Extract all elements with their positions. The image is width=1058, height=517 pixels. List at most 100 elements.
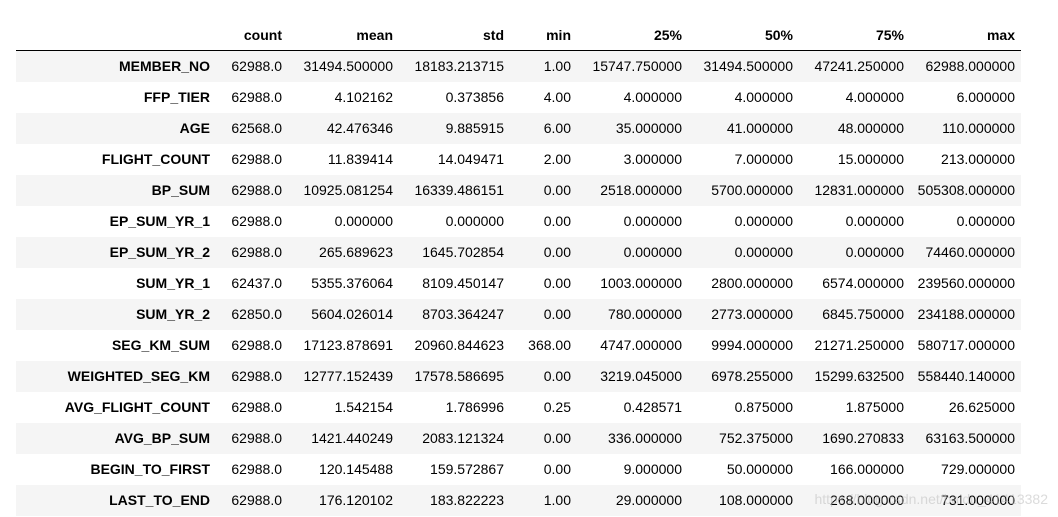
table-cell: 26.625000 — [948, 399, 1015, 415]
table-row: SUM_YR_2 62850.0 5604.026014 8703.364247 0.0… — [16, 299, 1021, 330]
table-cell: 336.000000 — [608, 430, 682, 446]
column-header: 75% — [799, 20, 910, 51]
table-cell: 62988.0 — [231, 399, 282, 415]
table-cell: 0.00 — [543, 244, 571, 260]
table-row: FLIGHT_COUNT 62988.0 11.839414 14.049471 2.0… — [16, 144, 1021, 175]
table-row: SEG_KM_SUM 62988.0 17123.878691 20960.84462… — [16, 330, 1021, 361]
table-cell: 1.786996 — [445, 399, 504, 415]
table-cell: 2518.000000 — [600, 182, 682, 198]
table-cell: 15747.750000 — [592, 58, 682, 74]
table-cell: 159.572867 — [430, 461, 504, 477]
table-cell: 166.000000 — [830, 461, 904, 477]
table-cell: 15.000000 — [837, 151, 904, 167]
table-row: LAST_TO_END 62988.0 176.120102 183.822223 1.… — [16, 485, 1021, 516]
table-cell: 21271.250000 — [814, 337, 904, 353]
row-label: SUM_YR_1 — [136, 275, 210, 291]
table-cell: 108.000000 — [719, 492, 793, 508]
table-cell: 0.000000 — [956, 213, 1015, 229]
column-header: max — [910, 20, 1021, 51]
table-cell: 18183.213715 — [414, 58, 504, 74]
table-cell: 74460.000000 — [925, 244, 1015, 260]
row-label: AVG_FLIGHT_COUNT — [64, 399, 210, 415]
table-cell: 1003.000000 — [600, 275, 682, 291]
table-cell: 0.000000 — [845, 244, 904, 260]
table-cell: 62988.0 — [231, 461, 282, 477]
table-cell: 729.000000 — [941, 461, 1015, 477]
table-cell: 48.000000 — [837, 120, 904, 136]
table-cell: 15299.632500 — [814, 368, 904, 384]
table-row: AGE 62568.0 42.476346 9.885915 6.00 35.000000… — [16, 113, 1021, 144]
table-cell: 9994.000000 — [711, 337, 793, 353]
table-cell: 12777.152439 — [303, 368, 393, 384]
table-cell: 2.00 — [543, 151, 571, 167]
column-header: min — [510, 20, 577, 51]
table-cell: 50.000000 — [726, 461, 793, 477]
table-cell: 234188.000000 — [917, 306, 1015, 322]
table-cell: 7.000000 — [734, 151, 793, 167]
table-cell: 62568.0 — [231, 120, 282, 136]
table-cell: 1421.440249 — [311, 430, 393, 446]
table-cell: 62988.0 — [231, 58, 282, 74]
row-label: SUM_YR_2 — [136, 306, 210, 322]
table-cell: 62988.0 — [231, 213, 282, 229]
table-cell: 239560.000000 — [917, 275, 1015, 291]
table-cell: 0.000000 — [734, 213, 793, 229]
table-cell: 0.000000 — [334, 213, 393, 229]
table-cell: 1645.702854 — [422, 244, 504, 260]
table-cell: 580717.000000 — [917, 337, 1015, 353]
table-cell: 62988.0 — [231, 430, 282, 446]
table-cell: 0.875000 — [734, 399, 793, 415]
table-cell: 176.120102 — [319, 492, 393, 508]
table-row: FFP_TIER 62988.0 4.102162 0.373856 4.00 4.000… — [16, 82, 1021, 113]
table-cell: 62988.000000 — [925, 58, 1015, 74]
table-cell: 0.000000 — [623, 244, 682, 260]
table-cell: 9.000000 — [623, 461, 682, 477]
table-cell: 5355.376064 — [311, 275, 393, 291]
table-body: MEMBER_NO 62988.0 31494.500000 18183.213715… — [16, 50, 1021, 516]
table-cell: 0.00 — [543, 368, 571, 384]
row-label: EP_SUM_YR_2 — [109, 244, 210, 260]
table-cell: 20960.844623 — [414, 337, 504, 353]
table-row: AVG_FLIGHT_COUNT 62988.0 1.542154 1.786996 0… — [16, 392, 1021, 423]
table-cell: 6978.255000 — [711, 368, 793, 384]
table-cell: 35.000000 — [615, 120, 682, 136]
row-label: WEIGHTED_SEG_KM — [67, 368, 210, 384]
table-cell: 0.25 — [543, 399, 571, 415]
table-cell: 6845.750000 — [822, 306, 904, 322]
row-label: AGE — [179, 120, 210, 136]
table-cell: 1.542154 — [334, 399, 393, 415]
table-cell: 183.822223 — [430, 492, 504, 508]
table-cell: 780.000000 — [608, 306, 682, 322]
table-cell: 213.000000 — [941, 151, 1015, 167]
table-row: MEMBER_NO 62988.0 31494.500000 18183.213715… — [16, 50, 1021, 82]
header-row: count mean std min 25% 50% 75% max — [16, 20, 1021, 51]
row-label: AVG_BP_SUM — [114, 430, 210, 446]
table-cell: 2773.000000 — [711, 306, 793, 322]
row-label: LAST_TO_END — [109, 492, 210, 508]
table-cell: 16339.486151 — [414, 182, 504, 198]
row-label: FLIGHT_COUNT — [101, 151, 210, 167]
table-cell: 8109.450147 — [422, 275, 504, 291]
table-cell: 42.476346 — [326, 120, 393, 136]
table-cell: 1.00 — [543, 58, 571, 74]
table-cell: 10925.081254 — [303, 182, 393, 198]
table-cell: 0.428571 — [623, 399, 682, 415]
row-label: MEMBER_NO — [118, 58, 210, 74]
table-cell: 3219.045000 — [600, 368, 682, 384]
table-cell: 62988.0 — [231, 89, 282, 105]
table-cell: 0.00 — [543, 275, 571, 291]
column-header: std — [399, 20, 510, 51]
table-cell: 41.000000 — [726, 120, 793, 136]
table-cell: 4.00 — [543, 89, 571, 105]
table-cell: 0.00 — [543, 306, 571, 322]
table-cell: 265.689623 — [319, 244, 393, 260]
table-cell: 120.145488 — [319, 461, 393, 477]
describe-table: count mean std min 25% 50% 75% max MEMBER_NO 629… — [16, 20, 1021, 516]
table-cell: 63163.500000 — [925, 430, 1015, 446]
table-cell: 31494.500000 — [303, 58, 393, 74]
table-cell: 62437.0 — [231, 275, 282, 291]
row-label: EP_SUM_YR_1 — [109, 213, 210, 229]
table-cell: 0.373856 — [445, 89, 504, 105]
row-label: FFP_TIER — [143, 89, 210, 105]
table-cell: 368.00 — [528, 337, 571, 353]
